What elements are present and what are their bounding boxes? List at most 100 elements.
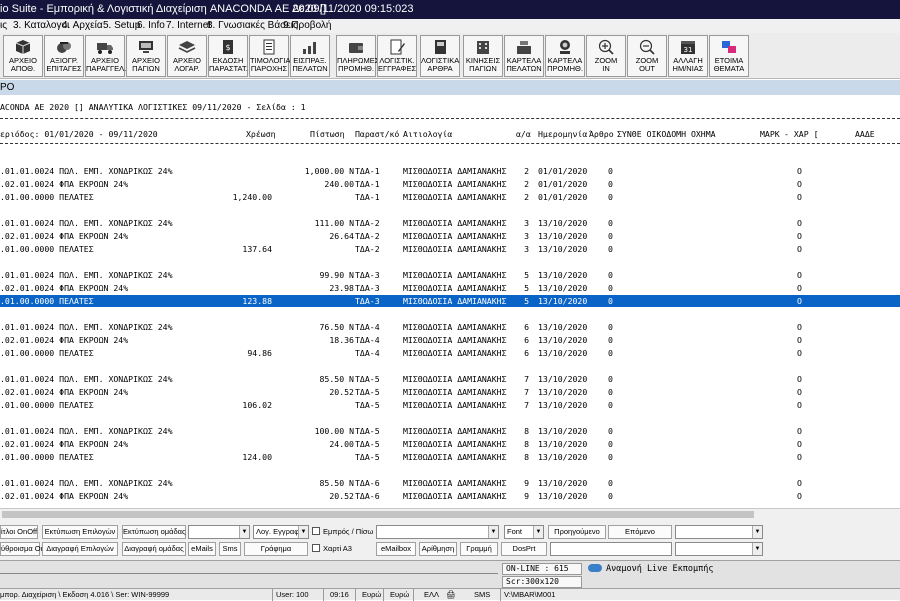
table-row[interactable]: .01.00.0000 ΠΕΛΑΤΕΣ 123.88 ΤΔΑ-3 ΜΙΣΘΩΔΟΣΙΑ… bbox=[0, 295, 900, 307]
supplier-ledger-button[interactable]: ΚΑΡΤΕΛΑ ΠΡΟΜΗΘ. bbox=[545, 35, 585, 77]
change-date-button[interactable]: 31 ΑΛΛΑΓΗ ΗΜ/ΝΙΑΣ bbox=[668, 35, 708, 77]
filter-select[interactable]: ▼ bbox=[376, 525, 499, 539]
cell-debit: 123.88 bbox=[242, 296, 272, 306]
cheques-button[interactable]: ΑΞΙΟΓΡ. ΕΠΙΤΑΓΕΣ bbox=[44, 35, 84, 77]
table-row[interactable]: .01.01.0024 ΠΩΛ. ΕΜΠ. ΧΟΝΔΡΙΚΩΣ 24% 99.90… bbox=[0, 269, 900, 281]
table-row[interactable]: .02.01.0024 ΦΠΑ ΕΚΡΟΩΝ 24% 240.00 ΤΔΑ-1 ΜΙΣ… bbox=[0, 178, 900, 190]
table-row[interactable]: .01.01.0024 ΠΩΛ. ΕΜΠ. ΧΟΝΔΡΙΚΩΣ 24% 1,000… bbox=[0, 165, 900, 177]
titles-toggle-button[interactable]: ίτλοι OnOff bbox=[0, 525, 38, 539]
emailbox-button[interactable]: eMailbox bbox=[376, 542, 416, 556]
table-row[interactable]: .01.00.0000 ΠΕΛΑΤΕΣ 106.02 ΤΔΑ-5 ΜΙΣΘΩΔΟΣΙΑ… bbox=[0, 399, 900, 411]
panel-title: ΡΟ bbox=[0, 82, 15, 93]
cell-aa: 3 bbox=[524, 231, 529, 241]
orders-file-button[interactable]: ΑΡΧΕΙΟ ΠΑΡΑΓΓΕΛ. bbox=[85, 35, 126, 77]
accounts-file-button[interactable]: ΑΡΧΕΙΟ ΛΟΓΑΡ. bbox=[167, 35, 207, 77]
cell-article: 0 bbox=[608, 244, 613, 254]
accounting-entries-button[interactable]: ΛΟΓΙΣΤΙΚ. ΕΓΓΡΑΦΕΣ bbox=[377, 35, 417, 77]
issue-documents-button[interactable]: $ ΕΚΔΟΣΗ ΠΑΡΑΣΤΑΤ. bbox=[208, 35, 248, 77]
menu-item-view[interactable]: 9.Προβολή bbox=[283, 20, 332, 31]
cell-flag: O bbox=[797, 283, 802, 293]
header-date: Ημερομηνία bbox=[538, 129, 588, 139]
menu-item-internet[interactable]: 7. Internet bbox=[166, 20, 211, 31]
menu-item-setup[interactable]: 5. Setup bbox=[103, 20, 140, 31]
chevron-down-icon: ▼ bbox=[488, 526, 498, 538]
cell-document: ΤΔΑ-1 bbox=[355, 179, 380, 189]
table-row[interactable]: .02.01.0024 ΦΠΑ ΕΚΡΟΩΝ 24% 24.00 ΤΔΑ-5 ΜΙΣΘ… bbox=[0, 438, 900, 450]
table-row[interactable]: .01.00.0000 ΠΕΛΑΤΕΣ 94.86 ΤΔΑ-4 ΜΙΣΘΩΔΟΣΙΑ … bbox=[0, 347, 900, 359]
zoom-out-button[interactable]: ZOOM OUT bbox=[627, 35, 667, 77]
options-select-2[interactable]: ▼ bbox=[675, 542, 763, 556]
table-row[interactable]: .01.01.0024 ΠΩΛ. ΕΜΠ. ΧΟΝΔΡΙΚΩΣ 24% 76.50… bbox=[0, 321, 900, 333]
cell-date: 13/10/2020 bbox=[538, 283, 588, 293]
sum-toggle-button[interactable]: ύθροισμα OnOff bbox=[0, 542, 55, 556]
live-broadcast-status[interactable]: Αναμονή Live Εκπομπής bbox=[588, 564, 713, 574]
book-icon bbox=[435, 40, 446, 54]
divider bbox=[272, 589, 273, 601]
table-row[interactable]: .02.01.0024 ΦΠΑ ΕΚΡΟΩΝ 24% 18.36 ΤΔΑ-4 ΜΙΣΘ… bbox=[0, 334, 900, 346]
table-row[interactable]: .01.00.0000 ΠΕΛΑΤΕΣ 137.64 ΤΔΑ-2 ΜΙΣΘΩΔΟΣΙΑ… bbox=[0, 243, 900, 255]
options-select-1[interactable]: ▼ bbox=[675, 525, 763, 539]
group-select[interactable]: ▼ bbox=[188, 525, 250, 539]
customer-ledger-button[interactable]: ΚΑΡΤΕΛΑ ΠΕΛΑΤΩΝ bbox=[504, 35, 544, 77]
cell-flag: O bbox=[797, 179, 802, 189]
delete-group-button[interactable]: Διαγραφή ομάδας bbox=[122, 542, 186, 556]
line-button[interactable]: Γραμμή bbox=[460, 542, 498, 556]
zoom-in-button[interactable]: ZOOM IN bbox=[586, 35, 626, 77]
asset-movements-button[interactable]: ΚΙΝΗΣΕΙΣ ΠΑΓΙΩΝ bbox=[463, 35, 503, 77]
emails-button[interactable]: eMails bbox=[188, 542, 216, 556]
table-row[interactable]: .02.01.0024 ΦΠΑ ΕΚΡΟΩΝ 24% 20.52 ΤΔΑ-6 ΜΙΣΘ… bbox=[0, 490, 900, 502]
status-path: μπορ. Διαχείριση \ Εκδοση 4.016 \ Ser: W… bbox=[0, 590, 170, 599]
cell-date: 13/10/2020 bbox=[538, 374, 588, 384]
menu-item-1[interactable]: ις bbox=[0, 20, 7, 31]
menu-item-info[interactable]: 6. Info bbox=[137, 20, 165, 31]
text-field[interactable] bbox=[550, 542, 672, 556]
cell-account: .02.01.0024 ΦΠΑ ΕΚΡΟΩΝ 24% bbox=[0, 335, 129, 345]
print-group-button[interactable]: Εκτύπωση ομάδας bbox=[122, 525, 186, 539]
menu-bar: ις 3. Καταλογοι 4. Αρχεία 5. Setup 6. In… bbox=[0, 19, 900, 33]
print-selected-button[interactable]: Εκτύπωση Επιλογών bbox=[42, 525, 118, 539]
cell-flag: O bbox=[797, 231, 802, 241]
cell-date: 13/10/2020 bbox=[538, 348, 588, 358]
table-row[interactable]: .01.01.0024 ΠΩΛ. ΕΜΠ. ΧΟΝΔΡΙΚΩΣ 24% 111.0… bbox=[0, 217, 900, 229]
delete-selected-button[interactable]: Διαγραφή Επιλογών bbox=[42, 542, 118, 556]
front-back-checkbox[interactable]: Εμπρός / Πίσω bbox=[312, 527, 373, 536]
supplier-payments-button[interactable]: ΠΛΗΡΩΜΕΣ ΠΡΟΜΗΘ. bbox=[336, 35, 379, 77]
assets-file-button[interactable]: ΑΡΧΕΙΟ ΠΑΓΙΩΝ bbox=[126, 35, 166, 77]
cell-account: .01.01.0024 ΠΩΛ. ΕΜΠ. ΧΟΝΔΡΙΚΩΣ 24% bbox=[0, 270, 173, 280]
header-article: Άρθρο bbox=[589, 129, 614, 139]
font-select[interactable]: Font ▼ bbox=[504, 525, 544, 539]
menu-item-files[interactable]: 4. Αρχεία bbox=[62, 20, 103, 31]
cell-credit: 20.52 bbox=[329, 491, 354, 501]
chart-icon bbox=[303, 42, 316, 54]
next-button[interactable]: Επόμενο bbox=[608, 525, 672, 539]
table-row[interactable]: .01.00.0000 ΠΕΛΑΤΕΣ 124.00 ΤΔΑ-5 ΜΙΣΘΩΔΟΣΙΑ… bbox=[0, 451, 900, 463]
customer-receipts-button[interactable]: ΕΙΣΠΡΑΞ. ΠΕΛΑΤΩΝ bbox=[290, 35, 330, 77]
cell-article: 0 bbox=[608, 322, 613, 332]
printer-icon[interactable]: 🖨 bbox=[446, 590, 456, 599]
service-invoices-button[interactable]: ΤΙΜΟΛΟΓΙΑ ΠΑΡΟΧΗΣ bbox=[249, 35, 291, 77]
sms-button[interactable]: Sms bbox=[219, 542, 241, 556]
table-row[interactable]: .01.01.0024 ΠΩΛ. ΕΜΠ. ΧΟΝΔΡΙΚΩΣ 24% 100.0… bbox=[0, 425, 900, 437]
report-title: ACONDA ΑΕ 2020 [] ΑΝΑΛΥΤΙΚΑ ΛΟΓΙΣΤΙΚΕΣ 0… bbox=[0, 102, 306, 112]
horizontal-scrollbar[interactable] bbox=[0, 508, 900, 520]
acc-entries-select[interactable]: Λογ. Εγγραφ ▼ bbox=[253, 525, 309, 539]
scrollbar-thumb[interactable] bbox=[2, 511, 754, 518]
numbering-button[interactable]: Αρίθμηση bbox=[419, 542, 457, 556]
table-row[interactable]: .01.00.0000 ΠΕΛΑΤΕΣ 1,240.00 ΤΔΑ-1 ΜΙΣΘΩΔΟΣ… bbox=[0, 191, 900, 203]
cash-register-icon bbox=[517, 41, 531, 54]
ready-topics-button[interactable]: ΕΤΟΙΜΑ ΘΕΜΑΤΑ bbox=[709, 35, 749, 77]
paper-a3-checkbox[interactable]: Χαρτί Α3 bbox=[312, 544, 352, 553]
table-row[interactable]: .02.01.0024 ΦΠΑ ΕΚΡΟΩΝ 24% 26.64 ΤΔΑ-2 ΜΙΣΘ… bbox=[0, 230, 900, 242]
report-area[interactable]: ACONDA ΑΕ 2020 [] ΑΝΑΛΥΤΙΚΑ ΛΟΓΙΣΤΙΚΕΣ 0… bbox=[0, 96, 900, 508]
table-row[interactable]: .01.01.0024 ΠΩΛ. ΕΜΠ. ΧΟΝΔΡΙΚΩΣ 24% 85.50… bbox=[0, 373, 900, 385]
warehouse-file-button[interactable]: ΑΡΧΕΙΟ ΑΠΟΘ. bbox=[3, 35, 43, 77]
previous-button[interactable]: Προηγούμενο bbox=[548, 525, 606, 539]
chevron-down-icon: ▼ bbox=[752, 543, 762, 555]
accounting-articles-button[interactable]: ΛΟΓΙΣΤΙΚΑ ΑΡΘΡΑ bbox=[420, 35, 460, 77]
menu-item-catalogs[interactable]: 3. Καταλογοι bbox=[13, 20, 69, 31]
table-row[interactable]: .02.01.0024 ΦΠΑ ΕΚΡΟΩΝ 24% 20.52 ΤΔΑ-5 ΜΙΣΘ… bbox=[0, 386, 900, 398]
table-row[interactable]: .02.01.0024 ΦΠΑ ΕΚΡΟΩΝ 24% 23.98 ΤΔΑ-3 ΜΙΣΘ… bbox=[0, 282, 900, 294]
dosprt-button[interactable]: DosPrt bbox=[501, 542, 547, 556]
table-row[interactable]: .01.01.0024 ΠΩΛ. ΕΜΠ. ΧΟΝΔΡΙΚΩΣ 24% 85.50… bbox=[0, 477, 900, 489]
graphics-button[interactable]: Γράφημα bbox=[244, 542, 308, 556]
